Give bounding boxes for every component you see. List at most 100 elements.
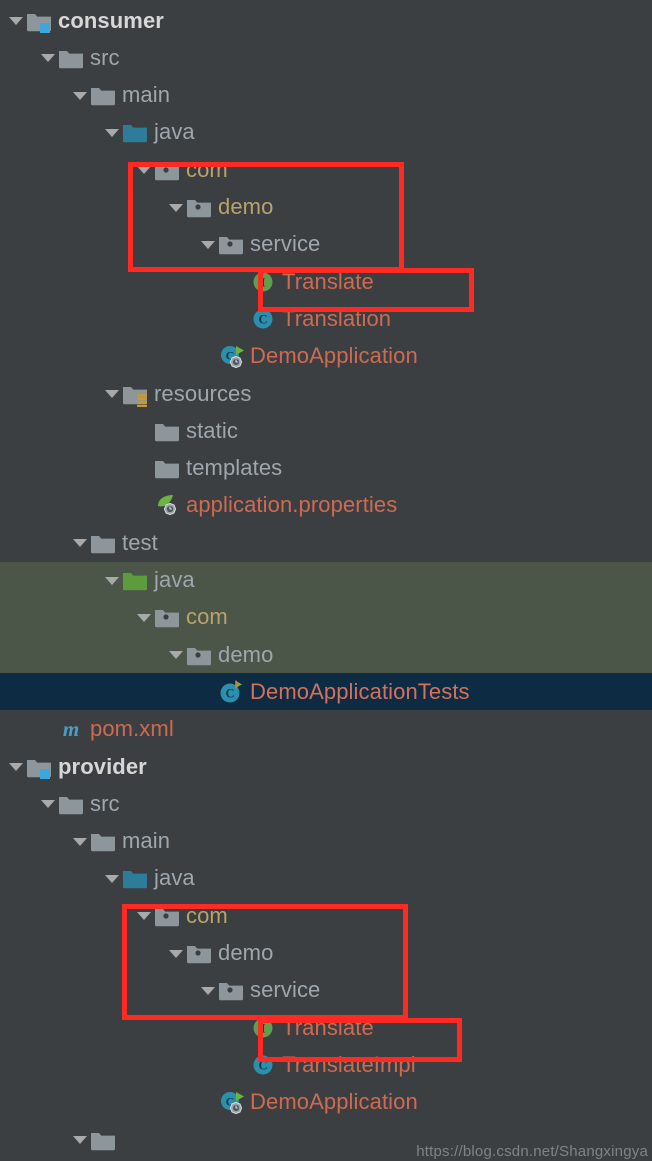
tree-row-label: com (186, 156, 228, 182)
no-arrow-spacer (198, 338, 218, 375)
tree-row-consumer-src[interactable]: src (0, 39, 652, 76)
svg-text:I: I (261, 275, 266, 289)
expand-arrow-icon[interactable] (70, 524, 90, 561)
interface-icon: I (250, 269, 276, 295)
project-tree-panel[interactable]: consumer src main java com demo service I Transl… (0, 0, 652, 1161)
no-arrow-spacer (134, 412, 154, 449)
tree-row-label: static (186, 417, 238, 443)
tree-row-label: templates (186, 455, 283, 481)
expand-arrow-icon[interactable] (70, 77, 90, 114)
tree-row-consumer-appprops[interactable]: application.properties (0, 487, 652, 524)
tree-row-label: demo (218, 641, 274, 667)
svg-text:C: C (258, 312, 267, 326)
expand-arrow-icon[interactable] (6, 2, 26, 39)
tree-row-provider-java[interactable]: java (0, 860, 652, 897)
tree-row-consumer-translation[interactable]: C Translation (0, 300, 652, 337)
tree-row-label: src (90, 44, 120, 70)
expand-arrow-icon[interactable] (38, 785, 58, 822)
module-folder-icon (26, 754, 52, 780)
test-class-run-icon: C (218, 679, 244, 705)
no-arrow-spacer (134, 450, 154, 487)
no-arrow-spacer (198, 1084, 218, 1121)
expand-arrow-icon[interactable] (102, 114, 122, 151)
tree-row-consumer-resources[interactable]: resources (0, 375, 652, 412)
expand-arrow-icon[interactable] (102, 860, 122, 897)
expand-arrow-icon[interactable] (102, 375, 122, 412)
spring-boot-app-icon: C (218, 1089, 244, 1115)
tree-row-label: DemoApplication (250, 1089, 418, 1115)
package-folder-icon (186, 642, 212, 668)
folder-icon (90, 530, 116, 556)
tree-row-provider-src[interactable]: src (0, 785, 652, 822)
tree-row-provider-demo[interactable]: demo (0, 935, 652, 972)
no-arrow-spacer (230, 1046, 250, 1083)
expand-arrow-icon[interactable] (134, 897, 154, 934)
tree-row-consumer-demo[interactable]: demo (0, 189, 652, 226)
tree-row-label: Translation (282, 305, 392, 331)
expand-arrow-icon[interactable] (102, 562, 122, 599)
svg-text:m: m (63, 717, 79, 741)
expand-arrow-icon[interactable] (134, 599, 154, 636)
source-folder-icon (122, 865, 148, 891)
tree-row-consumer-pom[interactable]: m pom.xml (0, 711, 652, 748)
tree-row-label: main (122, 828, 171, 854)
tree-row-label: com (186, 902, 228, 928)
tree-row-consumer-test-java[interactable]: java (0, 561, 652, 599)
package-folder-icon (154, 903, 180, 929)
class-icon: C (250, 1052, 276, 1078)
svg-text:C: C (258, 1058, 267, 1072)
spring-boot-app-icon: C (218, 343, 244, 369)
expand-arrow-icon[interactable] (70, 1121, 90, 1158)
tree-row-consumer-com[interactable]: com (0, 151, 652, 188)
expand-arrow-icon[interactable] (38, 39, 58, 76)
tree-row-provider-com[interactable]: com (0, 897, 652, 934)
tree-row-provider-translateimpl[interactable]: C TranslateImpl (0, 1046, 652, 1083)
expand-arrow-icon[interactable] (198, 226, 218, 263)
tree-row-consumer-test-demo[interactable]: demo (0, 636, 652, 674)
tree-row-label: application.properties (186, 492, 398, 518)
source-folder-icon (122, 119, 148, 145)
tree-row-label: TranslateImpl (282, 1051, 416, 1077)
tree-row-consumer-static[interactable]: static (0, 412, 652, 449)
no-arrow-spacer (134, 487, 154, 524)
maven-icon: m (58, 716, 84, 742)
tree-row-provider-demoapp[interactable]: C DemoApplication (0, 1084, 652, 1121)
tree-row-consumer-templates[interactable]: templates (0, 450, 652, 487)
no-arrow-spacer (230, 263, 250, 300)
tree-row-consumer[interactable]: consumer (0, 2, 652, 39)
tree-row-consumer-java[interactable]: java (0, 114, 652, 151)
tree-row-consumer-test-com[interactable]: com (0, 598, 652, 636)
expand-arrow-icon[interactable] (6, 748, 26, 785)
tree-row-provider-translate[interactable]: I Translate (0, 1009, 652, 1046)
expand-arrow-icon[interactable] (134, 151, 154, 188)
tree-row-consumer-test[interactable]: test (0, 524, 652, 561)
folder-icon (58, 791, 84, 817)
tree-row-provider-service[interactable]: service (0, 972, 652, 1009)
expand-arrow-icon[interactable] (166, 189, 186, 226)
tree-row-provider-main[interactable]: main (0, 823, 652, 860)
tree-row-label: pom.xml (90, 716, 174, 742)
tree-row-consumer-main[interactable]: main (0, 77, 652, 114)
package-folder-icon (218, 231, 244, 257)
tree-row-provider[interactable]: provider (0, 748, 652, 785)
tree-row-label: com (186, 604, 228, 630)
watermark-text: https://blog.csdn.net/Shangxingya (416, 1143, 648, 1160)
svg-text:I: I (261, 1021, 266, 1035)
expand-arrow-icon[interactable] (166, 935, 186, 972)
tree-row-consumer-demoapp[interactable]: C DemoApplication (0, 338, 652, 375)
expand-arrow-icon[interactable] (70, 823, 90, 860)
tree-row-label: Translate (282, 1014, 374, 1040)
tree-row-label: Translate (282, 268, 374, 294)
tree-row-consumer-demoapptests[interactable]: C DemoApplicationTests (0, 673, 652, 711)
expand-arrow-icon[interactable] (198, 972, 218, 1009)
no-arrow-spacer (230, 300, 250, 337)
tree-row-consumer-translate[interactable]: I Translate (0, 263, 652, 300)
tree-row-label: resources (154, 380, 252, 406)
tree-row-consumer-service[interactable]: service (0, 226, 652, 263)
tree-row-label: java (154, 567, 195, 592)
expand-arrow-icon[interactable] (166, 636, 186, 673)
package-folder-icon (154, 157, 180, 183)
tree-row-label: java (154, 119, 195, 145)
no-arrow-spacer (38, 711, 58, 748)
tree-row-label: test (122, 529, 158, 555)
